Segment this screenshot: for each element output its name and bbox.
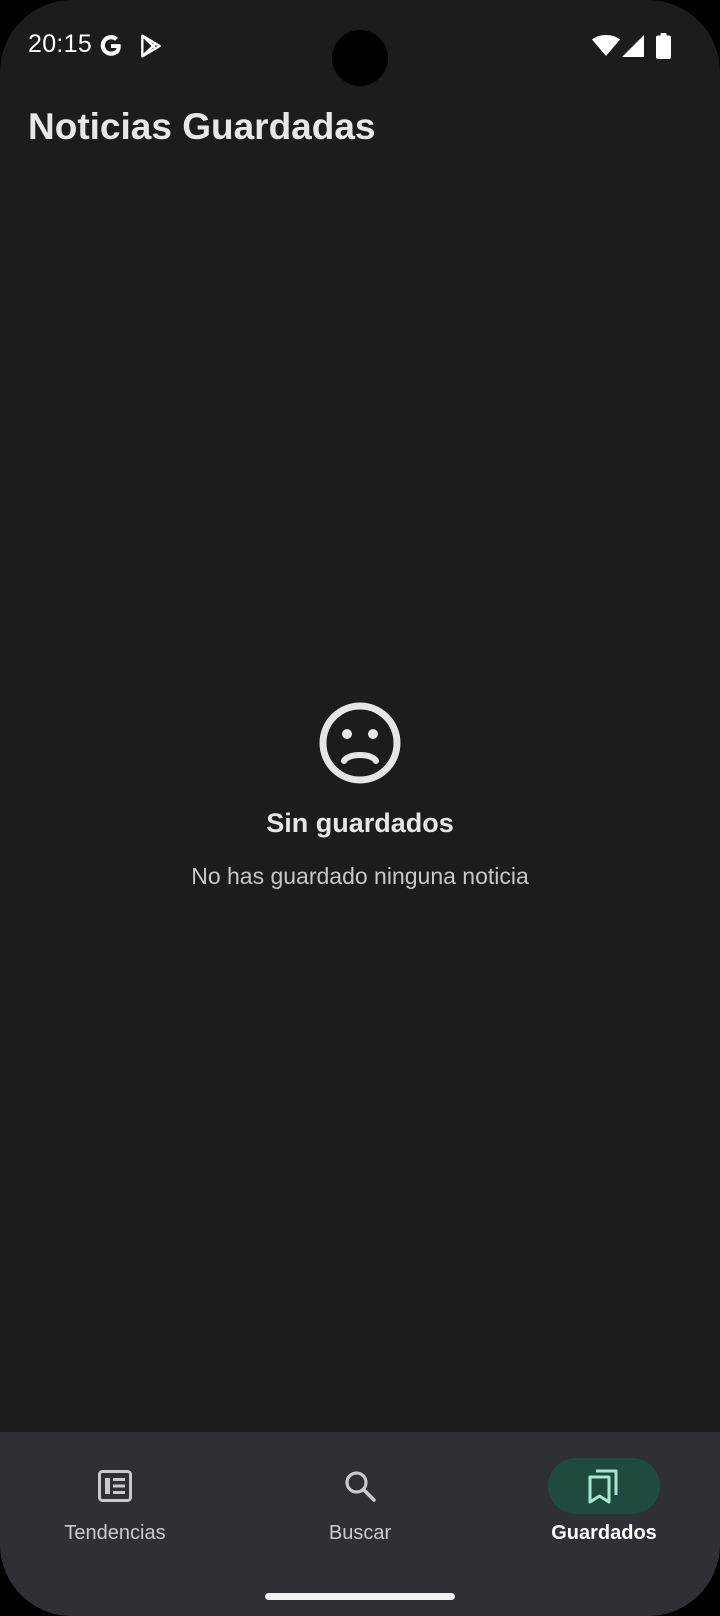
- phone-screen: 20:15 Noticias Guardadas Sin guardados N…: [0, 0, 720, 1616]
- page-title: Noticias Guardadas: [28, 106, 376, 147]
- google-g-icon: [100, 35, 121, 56]
- status-time: 20:15: [28, 30, 93, 58]
- bookmarks-icon: [588, 1469, 618, 1504]
- empty-state: Sin guardados No has guardado ninguna no…: [0, 700, 720, 890]
- battery-icon: [656, 33, 671, 59]
- camera-cutout: [332, 30, 388, 86]
- empty-state-title: Sin guardados: [266, 808, 454, 838]
- search-icon: [345, 1471, 376, 1502]
- nav-item-guardados[interactable]: Guardados: [504, 1458, 704, 1545]
- signal-icon: [622, 35, 644, 57]
- nav-icon-container-active: [548, 1458, 660, 1514]
- sad-face-icon: [319, 702, 401, 784]
- play-store-icon: [141, 34, 161, 58]
- newspaper-icon: [98, 1470, 132, 1502]
- nav-icon-container: [304, 1458, 416, 1514]
- nav-item-tendencias[interactable]: Tendencias: [15, 1458, 215, 1545]
- nav-label-tendencias: Tendencias: [64, 1522, 166, 1544]
- home-indicator[interactable]: [265, 1593, 455, 1600]
- empty-state-subtitle: No has guardado ninguna noticia: [191, 863, 529, 889]
- nav-icon-container: [59, 1458, 171, 1514]
- nav-item-buscar[interactable]: Buscar: [260, 1458, 460, 1545]
- bottom-navigation: Tendencias Buscar Guardados: [0, 1432, 720, 1616]
- wifi-icon: [592, 35, 620, 56]
- nav-label-guardados: Guardados: [551, 1522, 657, 1544]
- nav-label-buscar: Buscar: [328, 1522, 392, 1544]
- status-bar: 20:15: [0, 0, 720, 96]
